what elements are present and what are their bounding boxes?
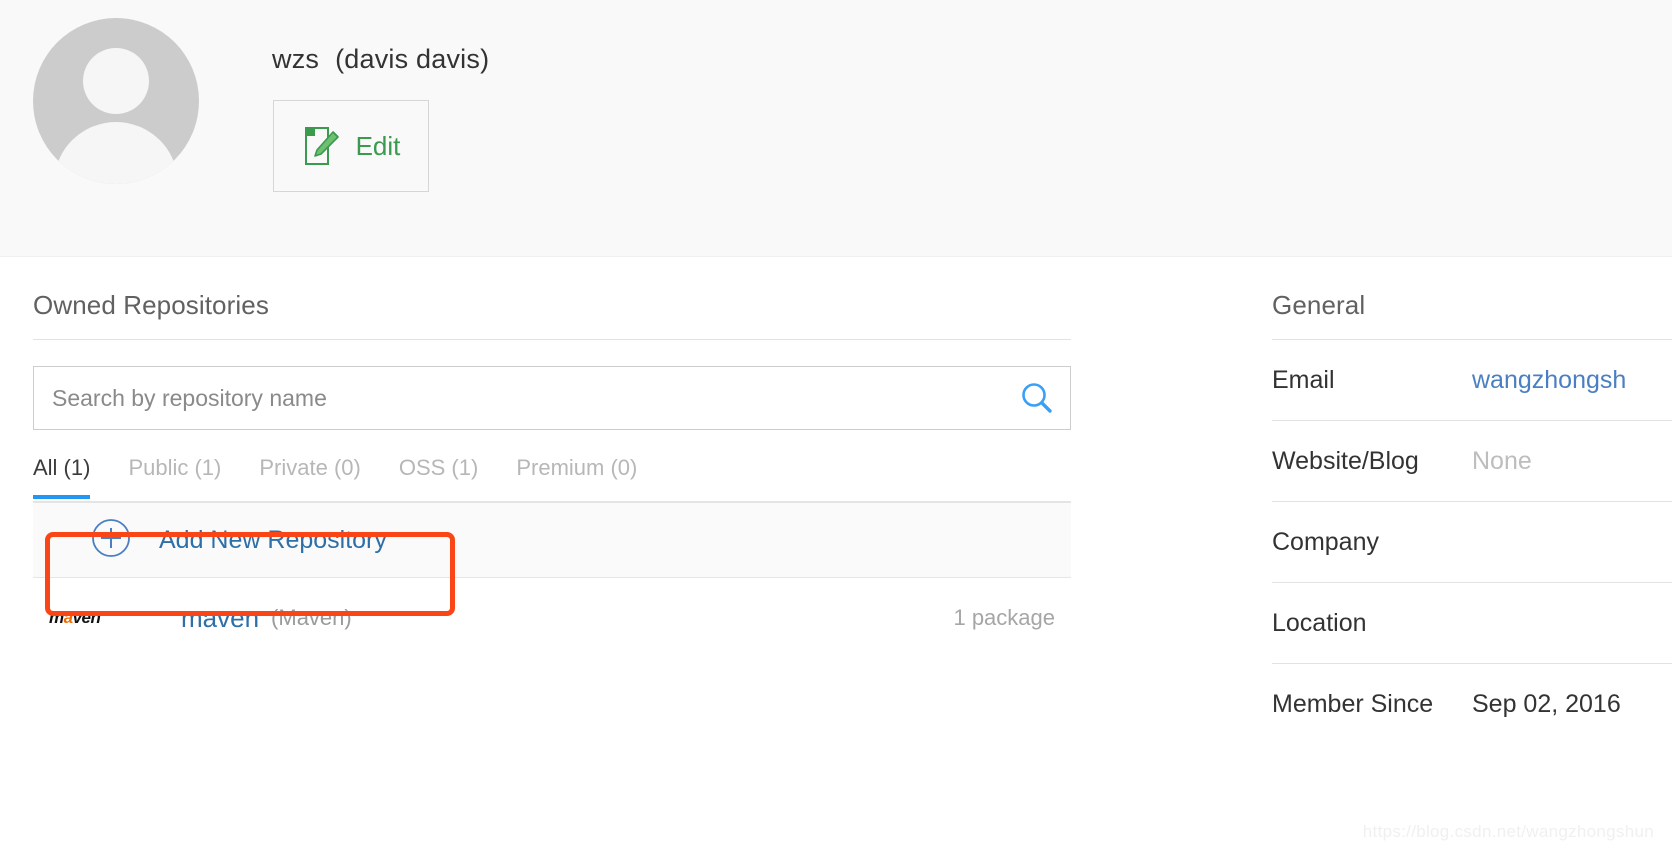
edit-profile-label: Edit <box>355 130 401 161</box>
avatar-body-shape <box>54 122 178 184</box>
profile-page: wzs (davis davis) Edit Owned Repositories <box>0 0 1672 860</box>
search-input[interactable] <box>34 367 1070 429</box>
owned-repositories-title: Owned Repositories <box>33 290 1071 340</box>
tab-public[interactable]: Public (1) <box>128 455 221 497</box>
tab-oss[interactable]: OSS (1) <box>399 455 478 497</box>
info-value-email[interactable]: wangzhongsh <box>1472 366 1626 395</box>
profile-header: wzs (davis davis) Edit <box>0 0 1672 257</box>
watermark: https://blog.csdn.net/wangzhongshun <box>1362 822 1654 841</box>
info-value-website: None <box>1472 446 1532 475</box>
info-row-location: Location <box>1272 583 1672 664</box>
profile-fullname: (davis davis) <box>335 44 490 74</box>
tab-all[interactable]: All (1) <box>33 455 91 499</box>
avatar <box>33 18 199 184</box>
repository-filter-tabs: All (1) Public (1) Private (0) OSS (1) P… <box>33 455 1071 503</box>
document-pencil-icon <box>302 125 342 167</box>
search-icon[interactable] <box>1020 381 1054 415</box>
add-new-repository-row[interactable]: Add New Repository <box>33 503 1071 578</box>
general-info-panel: General Email wangzhongsh Website/Blog N… <box>1272 290 1672 744</box>
info-row-company: Company <box>1272 502 1672 583</box>
info-row-member-since: Member Since Sep 02, 2016 <box>1272 664 1672 744</box>
info-row-website: Website/Blog None <box>1272 421 1672 502</box>
add-new-repository-label: Add New Repository <box>159 525 387 554</box>
info-label-email: Email <box>1272 365 1335 394</box>
owned-repositories-panel: Owned Repositories All (1) Public (1) Pr… <box>33 290 1071 658</box>
repository-type: (Maven) <box>271 605 352 630</box>
repository-package-count: 1 package <box>953 605 1055 630</box>
info-label-website: Website/Blog <box>1272 446 1419 475</box>
repository-name-link[interactable]: maven <box>181 603 259 634</box>
info-label-location: Location <box>1272 608 1367 637</box>
edit-profile-button[interactable]: Edit <box>273 100 429 192</box>
maven-logo-icon: maven <box>49 608 101 627</box>
info-label-company: Company <box>1272 527 1379 556</box>
plus-circle-icon <box>91 518 131 563</box>
tab-private[interactable]: Private (0) <box>259 455 360 497</box>
info-row-email: Email wangzhongsh <box>1272 340 1672 421</box>
repository-search <box>33 366 1071 430</box>
page-title: wzs (davis davis) <box>272 44 489 75</box>
tab-premium[interactable]: Premium (0) <box>516 455 637 497</box>
table-row[interactable]: maven maven (Maven) 1 package <box>33 578 1071 658</box>
general-title: General <box>1272 290 1672 340</box>
avatar-head-shape <box>83 48 149 114</box>
info-value-member-since: Sep 02, 2016 <box>1472 689 1621 718</box>
info-label-member-since: Member Since <box>1272 689 1434 718</box>
profile-username: wzs <box>272 44 320 74</box>
